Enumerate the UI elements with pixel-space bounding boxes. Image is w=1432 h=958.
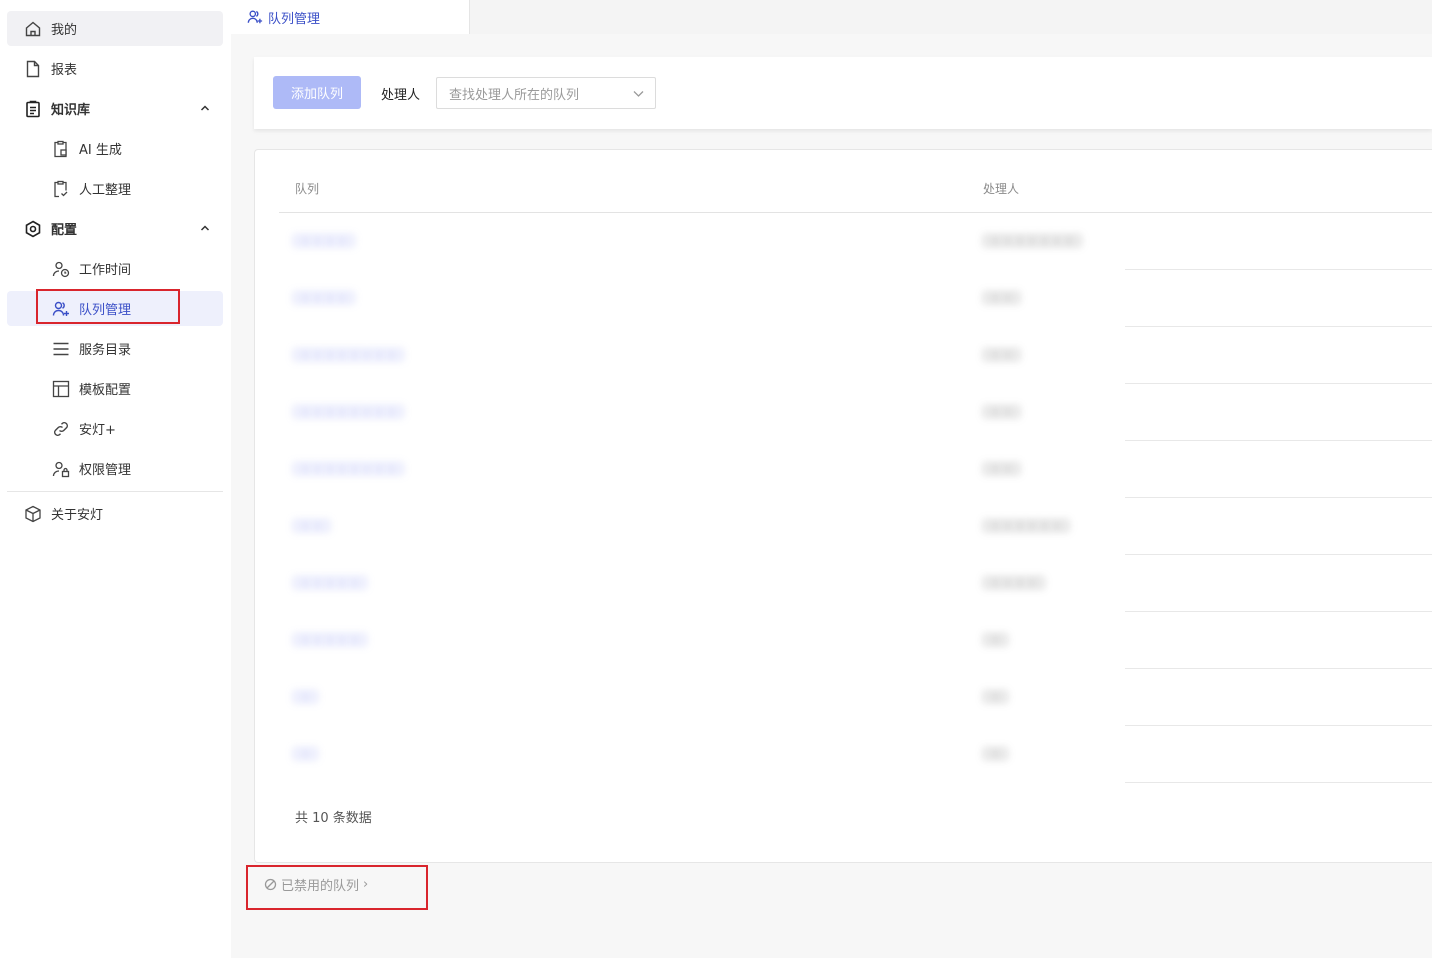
queue-name-link[interactable]: □□ [293, 689, 318, 704]
sidebar-item-label: AI 生成 [79, 143, 122, 158]
column-header-handler: 处理人 [983, 182, 1020, 196]
queue-name-link[interactable]: □□□□□□□□□ [293, 461, 404, 476]
table-header: 队列 处理人 [279, 150, 1432, 213]
sidebar-item-about[interactable]: 关于安灯 [7, 496, 223, 531]
tab-label: 队列管理 [268, 11, 321, 27]
users-add-icon [51, 299, 70, 318]
users-add-icon [247, 9, 263, 25]
total-count: 共 10 条数据 [295, 811, 372, 826]
handler-cell: □□□□□□□ [983, 518, 1069, 533]
sidebar-item-label: 模板配置 [79, 383, 132, 398]
table-row[interactable]: □□□ □□□□□□□ [279, 498, 1432, 555]
handler-cell: □□□ [983, 290, 1020, 305]
chevron-up-icon [200, 105, 210, 111]
sidebar-item-label: 安灯+ [79, 423, 116, 438]
sidebar-item-label: 关于安灯 [51, 508, 104, 523]
sidebar-item-label: 知识库 [51, 103, 91, 118]
tab-queue-management[interactable]: 队列管理 [231, 0, 470, 34]
sidebar-item-label: 配置 [51, 223, 78, 238]
handler-cell: □□□ [983, 404, 1020, 419]
sidebar-group-knowledge[interactable]: 知识库 [7, 91, 223, 126]
sidebar-item-ai-generated[interactable]: AI 生成 [7, 131, 223, 166]
add-queue-button[interactable]: 添加队列 [273, 76, 361, 109]
handler-cell: □□ [983, 746, 1008, 761]
queue-name-link[interactable]: □□□□□□ [293, 575, 367, 590]
clipboard-ai-icon [51, 139, 70, 158]
sidebar-item-andon-plus[interactable]: 安灯+ [7, 411, 223, 446]
table-row[interactable]: □□□□□ □□□ [279, 270, 1432, 327]
disabled-queues-link[interactable]: 已禁用的队列 › [264, 875, 368, 894]
handler-cell: □□□□□ [983, 575, 1045, 590]
sidebar-divider [7, 491, 223, 492]
menu-list-icon [51, 339, 70, 358]
ban-icon [264, 878, 277, 891]
document-icon [23, 59, 42, 78]
queue-name-link[interactable]: □□□□□□□□□ [293, 347, 404, 362]
table-row[interactable]: □□□□□□□□□ □□□ [279, 327, 1432, 384]
sidebar-item-label: 人工整理 [79, 183, 132, 198]
clipboard-icon [23, 99, 42, 118]
table-row[interactable]: □□□□□ □□□□□□□□ [279, 213, 1432, 270]
column-header-queue: 队列 [295, 182, 320, 196]
chevron-down-icon [633, 91, 644, 97]
sidebar-item-permissions[interactable]: 权限管理 [7, 451, 223, 486]
sidebar-item-manual[interactable]: 人工整理 [7, 171, 223, 206]
tab-bar: 队列管理 [231, 0, 1432, 34]
chevron-right-icon: › [363, 877, 369, 892]
queue-name-link[interactable]: □□ [293, 746, 318, 761]
table-row[interactable]: □□ □□ [279, 726, 1432, 783]
link-icon [51, 419, 70, 438]
clipboard-check-icon [51, 179, 70, 198]
handler-cell: □□□□□□□□ [983, 233, 1082, 248]
table-row[interactable]: □□□□□□ □□□□□ [279, 555, 1432, 612]
disabled-queues-label: 已禁用的队列 [281, 879, 360, 894]
sidebar-item-mine[interactable]: 我的 [7, 11, 223, 46]
queue-table: 队列 处理人 □□□□□ □□□□□□□□ □□□□□ □□□ □□□□□□□□… [254, 149, 1432, 863]
user-lock-icon [51, 459, 70, 478]
handler-search-select[interactable]: 查找处理人所在的队列 [436, 77, 656, 109]
table-row[interactable]: □□ □□ [279, 669, 1432, 726]
queue-name-link[interactable]: □□□ [293, 518, 330, 533]
sidebar-item-reports[interactable]: 报表 [7, 51, 223, 86]
toolbar: 添加队列 处理人 查找处理人所在的队列 [254, 57, 1432, 129]
chevron-up-icon [200, 225, 210, 231]
cube-icon [23, 504, 42, 523]
sidebar-group-config[interactable]: 配置 [7, 211, 223, 246]
sidebar-item-queue-management[interactable]: 队列管理 [7, 291, 223, 326]
sidebar-item-label: 报表 [51, 63, 78, 78]
table-row[interactable]: □□□□□□ □□ [279, 612, 1432, 669]
table-row[interactable]: □□□□□□□□□ □□□ [279, 384, 1432, 441]
queue-name-link[interactable]: □□□□□□ [293, 632, 367, 647]
table-row[interactable]: □□□□□□□□□ □□□ [279, 441, 1432, 498]
settings-hexagon-icon [23, 219, 42, 238]
queue-name-link[interactable]: □□□□□ [293, 233, 354, 248]
handler-cell: □□□ [983, 347, 1020, 362]
sidebar-item-label: 工作时间 [79, 263, 132, 278]
layout-icon [51, 379, 70, 398]
sidebar-item-label: 服务目录 [79, 343, 132, 358]
sidebar-item-label: 我的 [51, 23, 78, 38]
home-icon [23, 19, 42, 38]
queue-name-link[interactable]: □□□□□ [293, 290, 354, 305]
row-separator [1125, 782, 1432, 783]
sidebar-item-label: 权限管理 [79, 463, 132, 478]
handler-search-placeholder: 查找处理人所在的队列 [449, 87, 580, 103]
queue-name-link[interactable]: □□□□□□□□□ [293, 404, 404, 419]
handler-cell: □□ [983, 689, 1008, 704]
handler-cell: □□ [983, 632, 1008, 647]
user-clock-icon [51, 259, 70, 278]
sidebar-item-label: 队列管理 [79, 303, 132, 318]
sidebar-item-work-hours[interactable]: 工作时间 [7, 251, 223, 286]
sidebar: 我的 报表 知识库 AI 生成 人工整理 配置 工作时间 队列管理 服务目录 模… [0, 0, 231, 958]
sidebar-item-service-catalog[interactable]: 服务目录 [7, 331, 223, 366]
handler-cell: □□□ [983, 461, 1020, 476]
main-area: 队列管理 添加队列 处理人 查找处理人所在的队列 队列 处理人 □□□□□ □□… [231, 0, 1432, 958]
sidebar-item-template-config[interactable]: 模板配置 [7, 371, 223, 406]
handler-filter-label: 处理人 [381, 88, 421, 103]
